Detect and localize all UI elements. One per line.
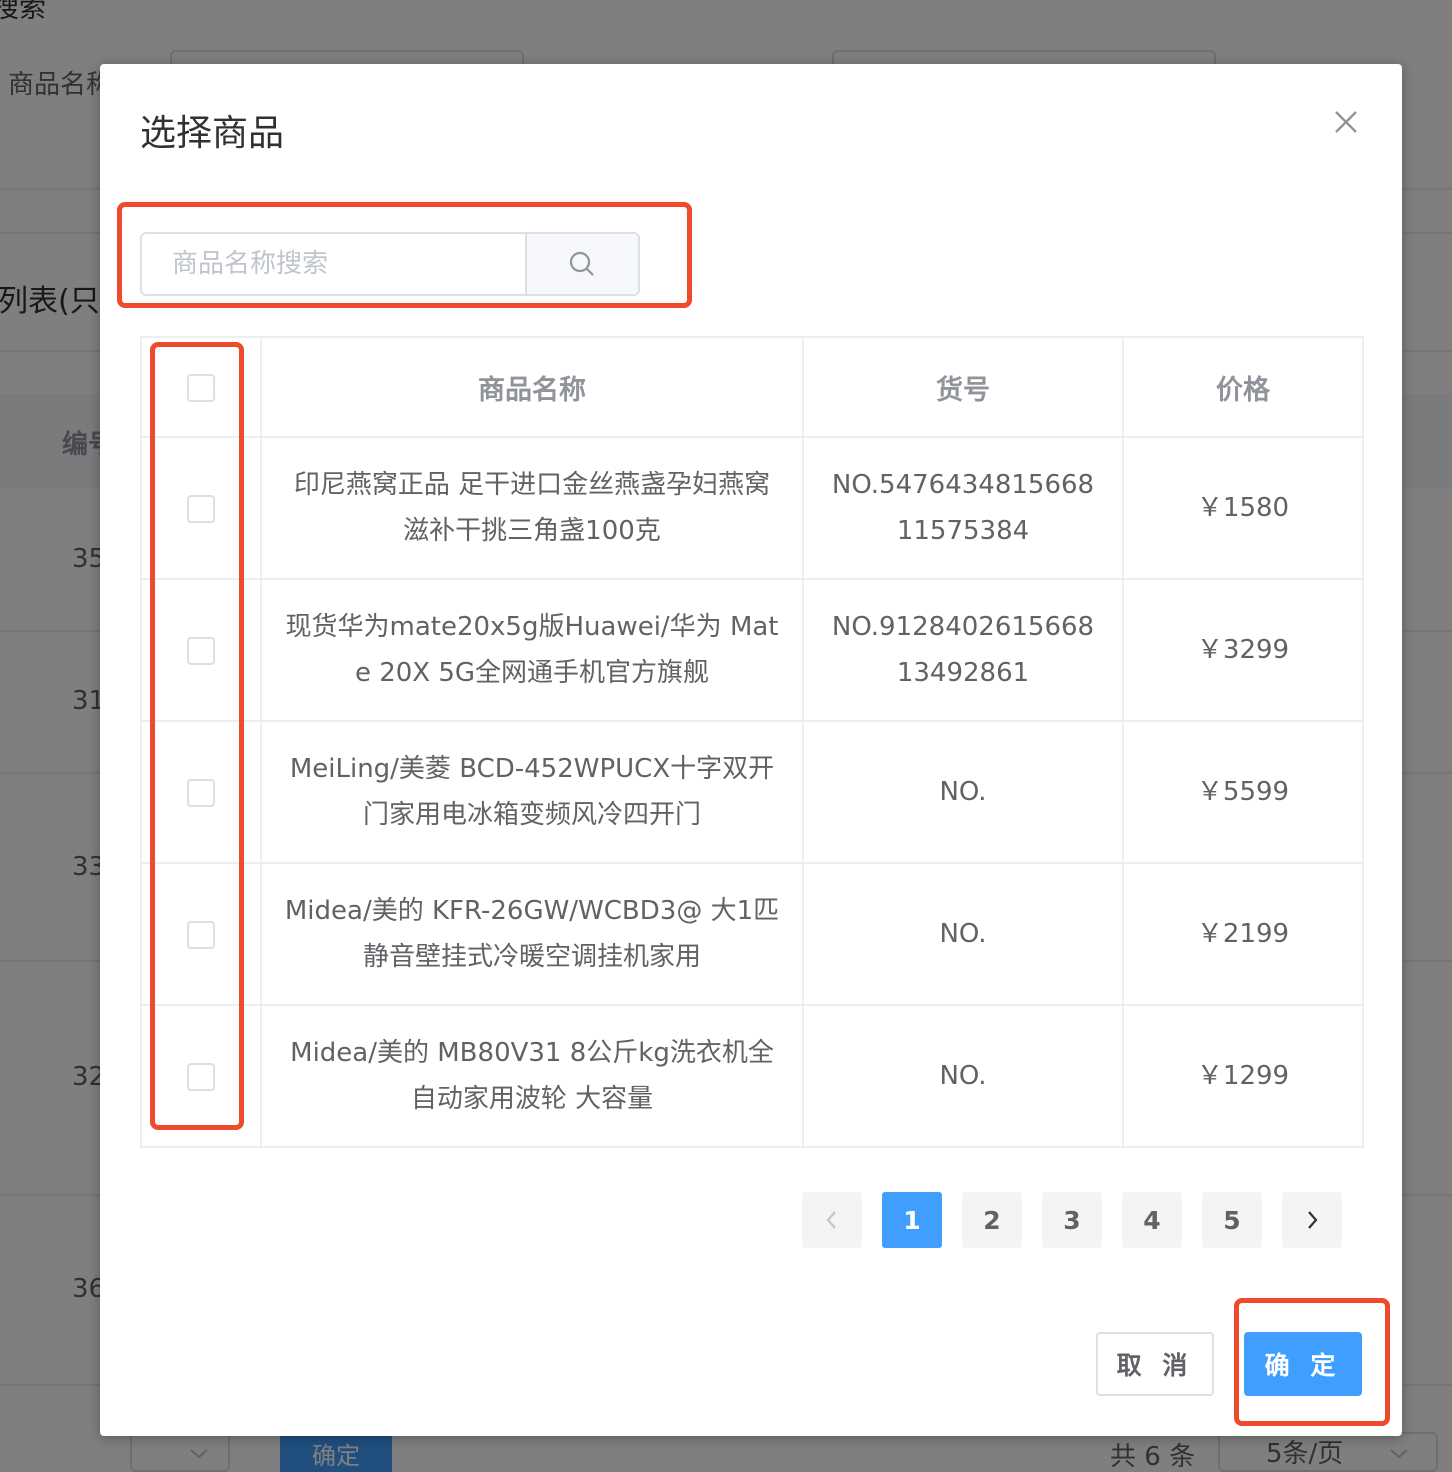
search-box <box>140 232 640 296</box>
row-checkbox[interactable] <box>187 1062 215 1091</box>
table-row[interactable]: Midea/美的 KFR-26GW/WCBD3@ 大1匹静音壁挂式冷暖空调挂机家… <box>140 862 1364 1006</box>
table-row[interactable]: 印尼燕窝正品 足干进口金丝燕盏孕妇燕窝滋补干挑三角盏100克 NO.547643… <box>140 436 1364 580</box>
page-button-2[interactable]: 2 <box>962 1192 1022 1248</box>
search-icon <box>570 251 595 276</box>
table-row[interactable]: 现货华为mate20x5g版Huawei/华为 Mate 20X 5G全网通手机… <box>140 578 1364 722</box>
row-checkbox[interactable] <box>187 636 215 665</box>
product-sku: NO.912840261566813492861 <box>802 578 1124 722</box>
select-all-cell <box>140 336 262 438</box>
table-header-row: 商品名称 货号 价格 <box>140 336 1364 438</box>
checkbox-cell <box>140 862 262 1006</box>
page-button-4[interactable]: 4 <box>1122 1192 1182 1248</box>
row-checkbox[interactable] <box>187 494 215 523</box>
dialog-title: 选择商品 <box>140 113 285 154</box>
select-product-dialog: 选择商品 商品名称 货号 价格 印尼燕窝正品 足干进口金丝燕盏孕妇燕窝滋补干挑三… <box>100 64 1402 1436</box>
product-sku: NO. <box>802 720 1124 864</box>
chevron-left-icon <box>826 1211 836 1229</box>
prev-page-button[interactable] <box>802 1192 862 1248</box>
pagination: 1 2 3 4 5 <box>802 1192 1342 1248</box>
search-button[interactable] <box>524 234 638 294</box>
product-price: ￥2199 <box>1122 862 1364 1006</box>
header-name: 商品名称 <box>260 336 804 438</box>
product-sku: NO. <box>802 1004 1124 1148</box>
product-table: 商品名称 货号 价格 印尼燕窝正品 足干进口金丝燕盏孕妇燕窝滋补干挑三角盏100… <box>140 336 1364 1148</box>
checkbox-cell <box>140 720 262 864</box>
checkbox-cell <box>140 436 262 580</box>
confirm-button[interactable]: 确 定 <box>1244 1332 1362 1396</box>
product-name: 印尼燕窝正品 足干进口金丝燕盏孕妇燕窝滋补干挑三角盏100克 <box>260 436 804 580</box>
cancel-button[interactable]: 取 消 <box>1096 1332 1214 1396</box>
row-checkbox[interactable] <box>187 778 215 807</box>
checkbox-cell <box>140 1004 262 1148</box>
product-name: MeiLing/美菱 BCD-452WPUCX十字双开门家用电冰箱变频风冷四开门 <box>260 720 804 864</box>
page-button-3[interactable]: 3 <box>1042 1192 1102 1248</box>
checkbox-cell <box>140 578 262 722</box>
product-name: 现货华为mate20x5g版Huawei/华为 Mate 20X 5G全网通手机… <box>260 578 804 722</box>
product-price: ￥3299 <box>1122 578 1364 722</box>
select-all-checkbox[interactable] <box>187 374 215 402</box>
next-page-button[interactable] <box>1282 1192 1342 1248</box>
product-name: Midea/美的 KFR-26GW/WCBD3@ 大1匹静音壁挂式冷暖空调挂机家… <box>260 862 804 1006</box>
row-checkbox[interactable] <box>187 920 215 949</box>
close-icon[interactable] <box>1330 106 1362 138</box>
product-sku: NO. <box>802 862 1124 1006</box>
page-button-5[interactable]: 5 <box>1202 1192 1262 1248</box>
search-input[interactable] <box>142 234 525 294</box>
header-sku: 货号 <box>802 336 1124 438</box>
table-row[interactable]: Midea/美的 MB80V31 8公斤kg洗衣机全自动家用波轮 大容量 NO.… <box>140 1004 1364 1148</box>
product-name: Midea/美的 MB80V31 8公斤kg洗衣机全自动家用波轮 大容量 <box>260 1004 804 1148</box>
header-price: 价格 <box>1122 336 1364 438</box>
product-price: ￥1299 <box>1122 1004 1364 1148</box>
product-sku: NO.547643481566811575384 <box>802 436 1124 580</box>
table-row[interactable]: MeiLing/美菱 BCD-452WPUCX十字双开门家用电冰箱变频风冷四开门… <box>140 720 1364 864</box>
chevron-right-icon <box>1308 1211 1318 1229</box>
product-price: ￥5599 <box>1122 720 1364 864</box>
product-price: ￥1580 <box>1122 436 1364 580</box>
page-button-1[interactable]: 1 <box>882 1192 942 1248</box>
